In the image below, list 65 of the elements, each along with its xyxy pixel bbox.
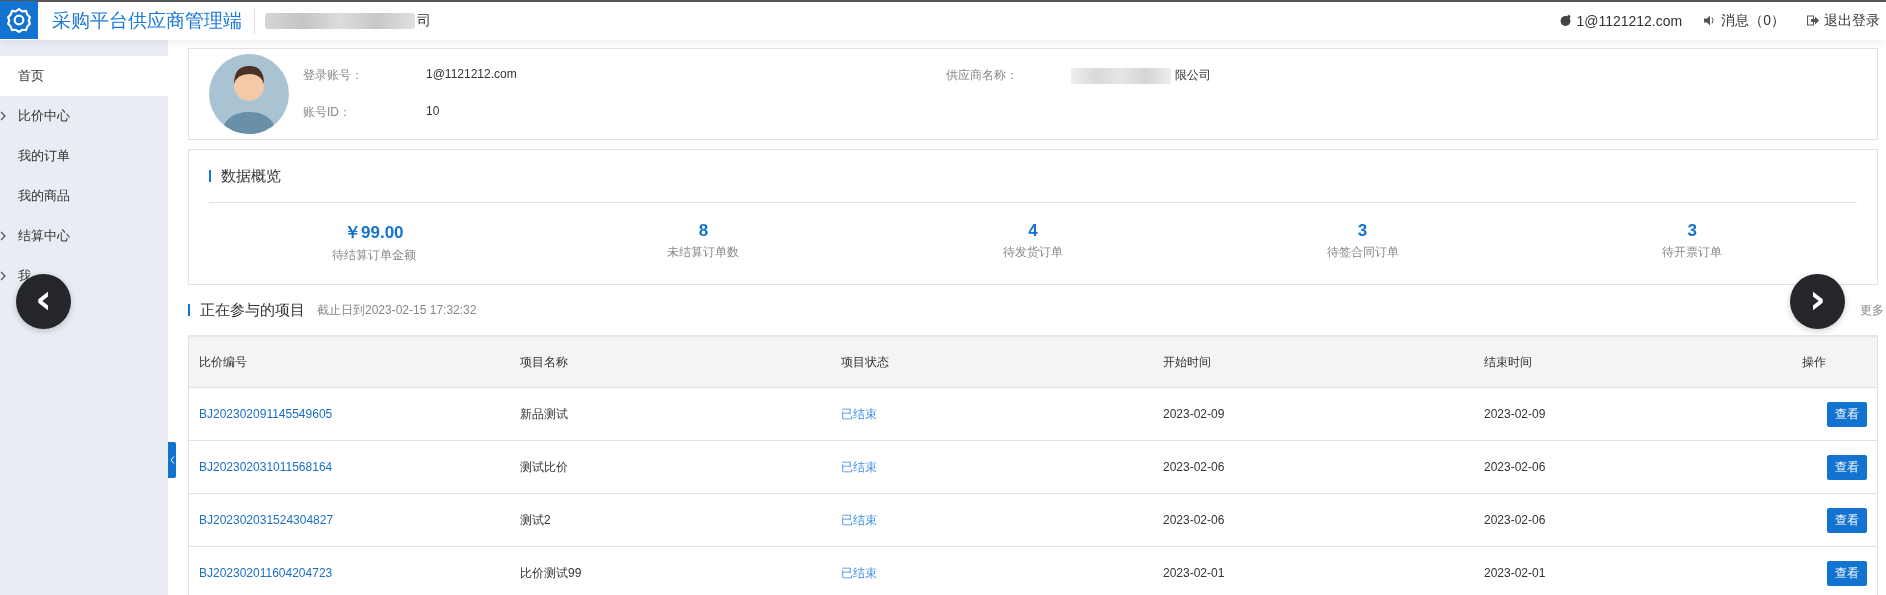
view-button[interactable]: 查看 xyxy=(1827,454,1867,480)
table-cell: 2023-02-06 xyxy=(1484,513,1546,527)
cutoff-time: 截止日到2023-02-15 17:32:32 xyxy=(317,301,477,319)
section-title: 数据概览 xyxy=(221,166,281,186)
view-button[interactable]: 查看 xyxy=(1827,507,1867,533)
view-button[interactable]: 查看 xyxy=(1827,401,1867,427)
column-header: 项目状态 xyxy=(831,336,1153,388)
more-link[interactable]: 更多 xyxy=(1860,301,1884,319)
chevron-left-icon xyxy=(169,456,175,464)
column-header: 比价编号 xyxy=(188,336,510,388)
table-cell: 2023-02-06 xyxy=(1163,513,1225,527)
project-code-link[interactable]: BJ202302031011568164 xyxy=(199,460,333,474)
sidebar-item[interactable]: 比价中心 xyxy=(0,96,168,136)
collapse-tab[interactable] xyxy=(168,442,176,478)
app-title: 采购平台供应商管理端 xyxy=(52,8,255,34)
sidebar-item[interactable]: 我的商品 xyxy=(0,176,168,216)
column-header: 操作 xyxy=(1790,336,1878,388)
project-code-link[interactable]: BJ202302091145549605 xyxy=(199,407,333,421)
company-name: 司 xyxy=(417,12,431,30)
table-cell: 新品测试 xyxy=(520,406,568,421)
stat-value: 4 xyxy=(1028,221,1038,241)
table-cell: 2023-02-06 xyxy=(1484,460,1546,474)
field-value: 1@1121212.com xyxy=(426,67,518,83)
status-text: 已结束 xyxy=(841,565,877,580)
table-cell: 2023-02-06 xyxy=(1163,460,1225,474)
field-label: 供应商名称： xyxy=(946,67,1019,84)
stat-value: 8 xyxy=(698,221,709,241)
table-cell: 2023-02-01 xyxy=(1484,566,1546,580)
user-account[interactable]: 1@1121212.com xyxy=(1576,13,1683,29)
table-cell: 测试2 xyxy=(520,512,551,527)
table-cell: 2023-02-01 xyxy=(1163,566,1225,580)
sidebar-item[interactable]: 首页 xyxy=(0,56,168,96)
stat-label: 未结算订单数 xyxy=(667,244,740,261)
stat-label: 待结算订单金额 xyxy=(331,247,416,264)
messages-link[interactable]: 消息（0） xyxy=(1721,12,1785,30)
sidebar-item[interactable]: 结算中心 xyxy=(0,216,168,256)
status-text: 已结束 xyxy=(841,406,877,421)
view-button[interactable]: 查看 xyxy=(1827,560,1867,586)
table-cell: 2023-02-09 xyxy=(1484,407,1546,421)
project-code-link[interactable]: BJ202302011604204723 xyxy=(199,566,333,580)
table-cell: 比价测试99 xyxy=(520,565,582,580)
status-text: 已结束 xyxy=(841,512,877,527)
logout-icon xyxy=(1807,13,1819,29)
field-label: 登录账号： xyxy=(303,67,364,84)
stat-label: 待开票订单 xyxy=(1662,244,1723,261)
table-cell: 2023-02-09 xyxy=(1163,407,1225,421)
column-header: 开始时间 xyxy=(1153,336,1474,388)
field-value: 限公司 xyxy=(1175,67,1211,84)
project-code-link[interactable]: BJ202302031524304827 xyxy=(199,513,334,527)
stat-value: 3 xyxy=(1357,221,1368,241)
stat-label: 待发货订单 xyxy=(1003,244,1063,261)
sidebar-item[interactable]: 我的订单 xyxy=(0,136,168,176)
column-header: 结束时间 xyxy=(1474,336,1790,388)
stat-value: ￥99.00 xyxy=(344,222,404,244)
field-value: 10 xyxy=(426,104,441,120)
logout-link[interactable]: 退出登录 xyxy=(1824,12,1880,30)
user-icon xyxy=(1560,13,1572,29)
stat-value: 3 xyxy=(1687,221,1697,241)
field-label: 账号ID： xyxy=(303,104,352,121)
status-text: 已结束 xyxy=(841,459,877,474)
section-title: 正在参与的项目 xyxy=(200,300,305,320)
stat-label: 待签合同订单 xyxy=(1326,244,1399,261)
table-cell: 测试比价 xyxy=(520,459,568,474)
column-header: 项目名称 xyxy=(510,336,831,388)
settings-icon[interactable] xyxy=(0,1,38,39)
